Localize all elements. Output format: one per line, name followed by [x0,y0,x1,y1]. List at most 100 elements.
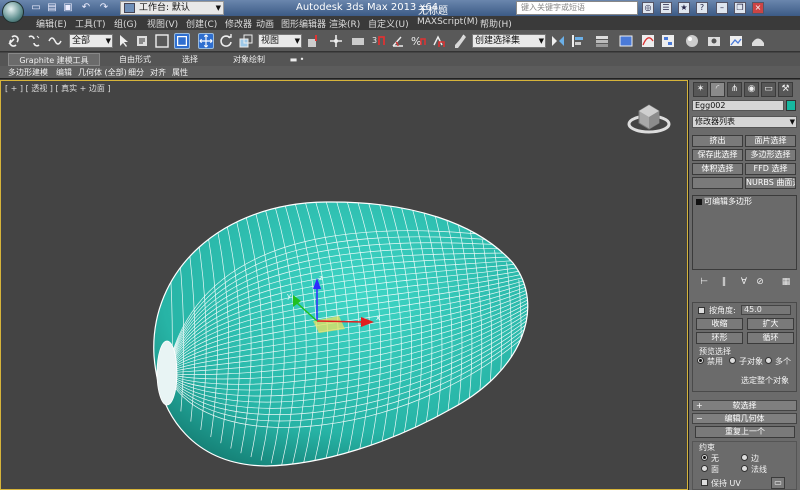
modifier-stack[interactable]: 可编辑多边形 [692,195,797,270]
snaps-toggle-icon[interactable]: 3 [370,33,386,49]
panel-properties[interactable]: 属性 [172,67,188,78]
close-icon[interactable]: × [752,2,764,14]
menu-graph-editors[interactable]: 图形编辑器 [281,17,326,30]
patch-select-modifier-button[interactable]: 面片选择 [745,135,796,147]
preserve-selection-modifier-button[interactable]: 保存此选择 [692,149,743,161]
stack-bulb-icon[interactable] [696,199,702,205]
menu-modifiers[interactable]: 修改器 [225,17,252,30]
menu-edit[interactable]: 编辑(E) [36,17,67,30]
select-object-icon[interactable] [116,33,132,49]
stack-item-editable-poly[interactable]: 可编辑多边形 [694,197,795,207]
repeat-last-button[interactable]: 重复上一个 [695,426,795,438]
layer-manager-icon[interactable] [594,33,610,49]
material-editor-icon[interactable] [684,33,700,49]
empty-modifier-button[interactable] [692,177,743,189]
constraint-edge-radio[interactable] [741,454,748,461]
configure-modifier-sets-icon[interactable]: ▦ [780,276,792,288]
show-end-result-icon[interactable]: ‖ [718,276,730,288]
create-tab-icon[interactable]: ✶ [693,82,708,97]
open-file-icon[interactable]: ▤ [46,2,58,14]
workspace-dropdown[interactable]: 工作台: 默认 ▼ [120,1,224,15]
keyboard-shortcut-icon[interactable] [350,33,366,49]
motion-tab-icon[interactable]: ◉ [744,82,759,97]
angle-snap-icon[interactable] [390,33,406,49]
graphite-toggle-icon[interactable] [618,33,634,49]
preserve-uv-checkbox[interactable] [701,479,708,486]
perspective-viewport[interactable]: [ + ] [ 透视 ] [ 真实 + 边面 ] z x y [0,80,688,490]
constraint-normal-radio[interactable] [741,465,748,472]
select-by-name-icon[interactable] [134,33,150,49]
ffd-select-modifier-button[interactable]: FFD 选择 [745,163,796,175]
reference-coordinate-dropdown[interactable]: 视图 ▼ [258,34,302,48]
by-angle-spinner[interactable]: 45.0 [741,305,791,315]
remove-modifier-icon[interactable]: ⊘ [754,276,766,288]
percent-snap-icon[interactable]: % [410,33,426,49]
panel-align[interactable]: 对齐 [150,67,166,78]
redo-icon[interactable]: ↷ [98,2,110,14]
rotate-icon[interactable] [218,33,234,49]
hierarchy-tab-icon[interactable]: ⋔ [727,82,742,97]
edit-named-selection-icon[interactable] [452,33,468,49]
save-file-icon[interactable]: ▣ [62,2,74,14]
make-unique-icon[interactable]: ∀ [738,276,750,288]
egg-object[interactable] [153,191,541,471]
menu-maxscript[interactable]: MAXScript(M) [417,17,478,27]
help-icon[interactable]: ? [696,2,708,14]
ring-button[interactable]: 环形 [696,332,743,344]
curve-editor-icon[interactable] [640,33,656,49]
move-icon[interactable] [198,33,214,49]
selection-filter-dropdown[interactable]: 全部 ▼ [69,34,113,48]
new-file-icon[interactable]: ▭ [30,2,42,14]
ribbon-options-icon[interactable]: ▬ • [286,53,308,66]
render-setup-icon[interactable] [706,33,722,49]
menu-help[interactable]: 帮助(H) [480,17,512,30]
tab-selection[interactable]: 选择 [170,53,210,66]
tab-object-paint[interactable]: 对象绘制 [224,53,274,66]
rendered-frame-window-icon[interactable] [728,33,744,49]
scale-icon[interactable] [238,33,254,49]
soft-selection-rollout-header[interactable]: + 软选择 [692,400,797,411]
menu-views[interactable]: 视图(V) [147,17,178,30]
window-crossing-icon[interactable] [174,33,190,49]
tab-freeform[interactable]: 自由形式 [110,53,160,66]
preview-multi-radio[interactable] [765,357,772,364]
loop-button[interactable]: 循环 [747,332,794,344]
volume-select-modifier-button[interactable]: 体积选择 [692,163,743,175]
named-selection-dropdown[interactable]: 创建选择集 ▼ [472,34,546,48]
rectangular-selection-icon[interactable] [154,33,170,49]
preserve-uv-settings-icon[interactable]: ▭ [771,477,785,489]
constraint-face-radio[interactable] [701,465,708,472]
shrink-button[interactable]: 收缩 [696,318,743,330]
minimize-icon[interactable]: – [716,2,728,14]
panel-geometry-all[interactable]: 几何体 (全部) [78,67,127,78]
tab-graphite-modeling[interactable]: Graphite 建模工具 [8,53,100,66]
preview-off-radio[interactable] [697,357,704,364]
pivot-center-icon[interactable] [305,33,321,49]
unlink-icon[interactable] [26,33,42,49]
link-icon[interactable] [6,33,22,49]
search-input[interactable]: 键入关键字或短语 [516,1,638,15]
bind-space-warp-icon[interactable] [46,33,62,49]
menu-animation[interactable]: 动画 [256,17,274,30]
undo-icon[interactable]: ↶ [80,2,92,14]
panel-subdivision[interactable]: 细分 [128,67,144,78]
display-tab-icon[interactable]: ▭ [761,82,776,97]
edit-geometry-rollout-header[interactable]: − 编辑几何体 [692,413,797,424]
mirror-icon[interactable] [550,33,566,49]
modify-tab-icon[interactable]: ◜ [710,82,725,97]
schematic-view-icon[interactable] [660,33,676,49]
menu-group[interactable]: 组(G) [114,17,137,30]
nurbs-surface-select-button[interactable]: NURBS 曲面选择 [745,177,796,189]
binoculars-icon[interactable]: ◎ [642,2,654,14]
select-whole-object-label[interactable]: 选定整个对象 [741,375,789,386]
extrude-modifier-button[interactable]: 挤出 [692,135,743,147]
grow-button[interactable]: 扩大 [747,318,794,330]
render-production-icon[interactable] [750,33,766,49]
app-menu-icon[interactable] [2,1,24,23]
community-icon[interactable]: ☰ [660,2,672,14]
object-color-swatch[interactable] [786,100,796,111]
menu-rendering[interactable]: 渲染(R) [329,17,360,30]
utilities-tab-icon[interactable]: ⚒ [778,82,793,97]
modifier-list-dropdown[interactable]: 修改器列表 ▼ [692,116,797,128]
constraint-none-radio[interactable] [701,454,708,461]
